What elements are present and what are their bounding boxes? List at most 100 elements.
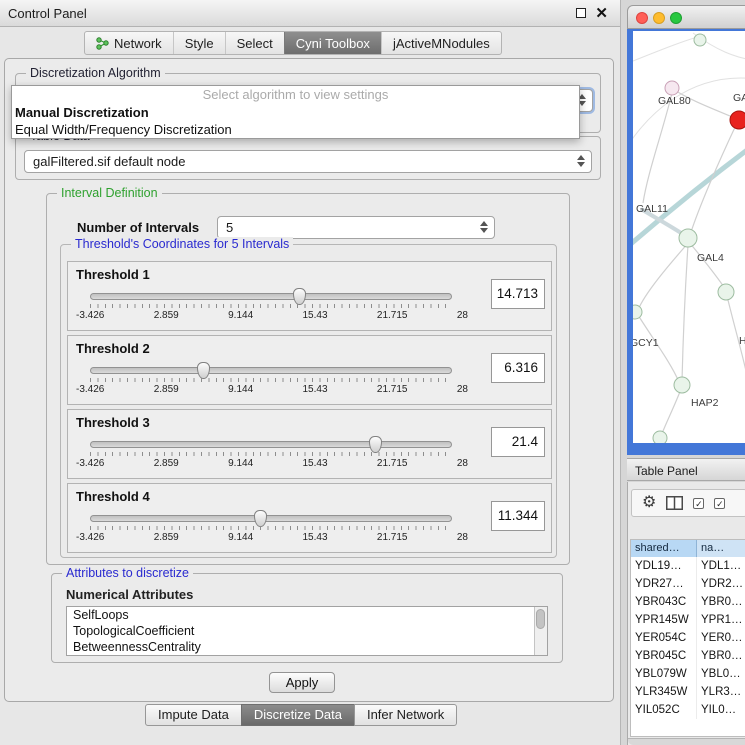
cyni-toolbox-panel: Discretization Algorithm Select algorith… (4, 58, 614, 702)
tab-impute-data[interactable]: Impute Data (145, 704, 242, 726)
node[interactable] (653, 431, 667, 443)
tab-cyni-toolbox[interactable]: Cyni Toolbox (284, 32, 381, 54)
table-row[interactable]: YPR145WYPR1… (631, 611, 745, 629)
table-row[interactable]: YIL052CYIL0… (631, 701, 745, 719)
threshold-1-slider[interactable] (90, 293, 452, 300)
node[interactable] (694, 34, 706, 46)
column-header-shared-name[interactable]: shared… (631, 540, 697, 557)
node-hap2[interactable] (674, 377, 690, 393)
attributes-scrollbar[interactable] (534, 607, 547, 655)
cell[interactable]: YIL052C (631, 701, 697, 719)
threshold-2-value-field[interactable]: 6.316 (491, 353, 545, 383)
slider-thumb[interactable] (197, 362, 210, 379)
cell[interactable]: YBL0… (697, 665, 745, 683)
threshold-2-slider[interactable] (90, 367, 452, 374)
gear-icon[interactable]: ⚙ (642, 495, 656, 511)
scale-tick-label: 21.715 (377, 458, 408, 469)
number-of-intervals-select[interactable]: 5 (217, 216, 495, 239)
threshold-3-value-field[interactable]: 21.4 (491, 427, 545, 457)
slider-thumb[interactable] (369, 436, 382, 453)
scale-tick-label: -3.426 (76, 532, 104, 543)
control-panel-window: Control Panel ✕ Network Style Select Cyn… (0, 0, 621, 745)
node[interactable] (718, 284, 734, 300)
scrollbar-thumb[interactable] (536, 609, 545, 629)
tab-style[interactable]: Style (173, 32, 225, 54)
scale-tick-label: 2.859 (154, 532, 179, 543)
table-row[interactable]: YDR27…YDR2… (631, 575, 745, 593)
table-data-group: Table Data galFiltered.sif default node (15, 136, 601, 180)
tab-discretize-data[interactable]: Discretize Data (241, 704, 355, 726)
scale-tick-label: 9.144 (228, 310, 253, 321)
scale-tick-label: 21.715 (377, 384, 408, 395)
dropdown-option-equal-width[interactable]: Equal Width/Frequency Discretization (12, 121, 579, 138)
cell[interactable]: YBR0… (697, 593, 745, 611)
tab-infer-network[interactable]: Infer Network (354, 704, 457, 726)
cell[interactable]: YER0… (697, 629, 745, 647)
table-row[interactable]: YBL079WYBL0… (631, 665, 745, 683)
threshold-1-value-field[interactable]: 14.713 (491, 279, 545, 309)
slider-ticks (90, 378, 452, 382)
threshold-3-slider[interactable] (90, 441, 452, 448)
cell[interactable]: YBR043C (631, 593, 697, 611)
network-graph[interactable]: GAL80 GA GAL11 GAL4 GCY1 H HAP2 (633, 31, 745, 443)
scale-tick-label: 2.859 (154, 310, 179, 321)
table-row[interactable]: YBR045CYBR0… (631, 647, 745, 665)
threshold-3-panel: Threshold 3 -3.4262.8599.14415.4321.7152… (67, 409, 552, 479)
tab-network[interactable]: Network (85, 32, 173, 54)
node-table[interactable]: shared… na… YDL19…YDL1… YDR27…YDR2… YBR0… (630, 539, 745, 737)
scale-tick-label: 28 (457, 384, 468, 395)
list-item[interactable]: TopologicalCoefficient (67, 623, 547, 639)
list-item[interactable]: BetweennessCentrality (67, 639, 547, 655)
tab-select[interactable]: Select (225, 32, 284, 54)
table-row[interactable]: YER054CYER0… (631, 629, 745, 647)
threshold-4-slider[interactable] (90, 515, 452, 522)
cell[interactable]: YLR345W (631, 683, 697, 701)
scale-tick-label: -3.426 (76, 384, 104, 395)
interval-definition-group: Interval Definition Number of Intervals … (46, 193, 570, 565)
select-all-checkbox-icon[interactable]: ✓ (693, 498, 704, 509)
numerical-attributes-list[interactable]: SelfLoops TopologicalCoefficient Between… (66, 606, 548, 656)
panel-tab-bar: Network Style Select Cyni Toolbox jActiv… (84, 31, 502, 55)
cell[interactable]: YPR1… (697, 611, 745, 629)
node-label-partial: GA (733, 92, 745, 104)
float-window-icon[interactable] (576, 8, 586, 18)
apply-button[interactable]: Apply (269, 672, 335, 693)
table-row[interactable]: YLR345WYLR3… (631, 683, 745, 701)
table-row[interactable]: YDL19…YDL1… (631, 557, 745, 575)
table-data-select[interactable]: galFiltered.sif default node (24, 150, 592, 173)
cell[interactable]: YBR045C (631, 647, 697, 665)
slider-thumb[interactable] (293, 288, 306, 305)
selected-node[interactable] (730, 111, 745, 129)
scale-tick-label: 2.859 (154, 458, 179, 469)
cell[interactable]: YDR2… (697, 575, 745, 593)
threshold-4-value-field[interactable]: 11.344 (491, 501, 545, 531)
scale-tick-label: 15.43 (303, 532, 328, 543)
tab-jactivemnodules[interactable]: jActiveMNodules (381, 32, 501, 54)
column-header-name[interactable]: na… (697, 540, 745, 557)
table-row[interactable]: YBR043CYBR0… (631, 593, 745, 611)
table-data-selected-value: galFiltered.sif default node (33, 154, 185, 169)
select-none-checkbox-icon[interactable]: ✓ (714, 498, 725, 509)
node-gal4[interactable] (679, 229, 697, 247)
close-icon[interactable]: ✕ (595, 4, 608, 22)
cell[interactable]: YIL0… (697, 701, 745, 719)
cell[interactable]: YDR27… (631, 575, 697, 593)
node-gcy1[interactable] (633, 305, 642, 319)
cell[interactable]: YBR0… (697, 647, 745, 665)
network-canvas[interactable]: GAL80 GA GAL11 GAL4 GCY1 H HAP2 (633, 31, 745, 443)
minimize-traffic-light-icon[interactable] (653, 12, 665, 24)
tab-label: Select (237, 36, 273, 51)
cell[interactable]: YDL19… (631, 557, 697, 575)
dropdown-option-manual[interactable]: Manual Discretization (12, 104, 579, 121)
cell[interactable]: YBL079W (631, 665, 697, 683)
node-gal80[interactable] (665, 81, 679, 95)
slider-thumb[interactable] (254, 510, 267, 527)
close-traffic-light-icon[interactable] (636, 12, 648, 24)
zoom-traffic-light-icon[interactable] (670, 12, 682, 24)
columns-icon[interactable] (666, 496, 683, 510)
cell[interactable]: YPR145W (631, 611, 697, 629)
cell[interactable]: YER054C (631, 629, 697, 647)
cell[interactable]: YDL1… (697, 557, 745, 575)
cell[interactable]: YLR3… (697, 683, 745, 701)
list-item[interactable]: SelfLoops (67, 607, 547, 623)
